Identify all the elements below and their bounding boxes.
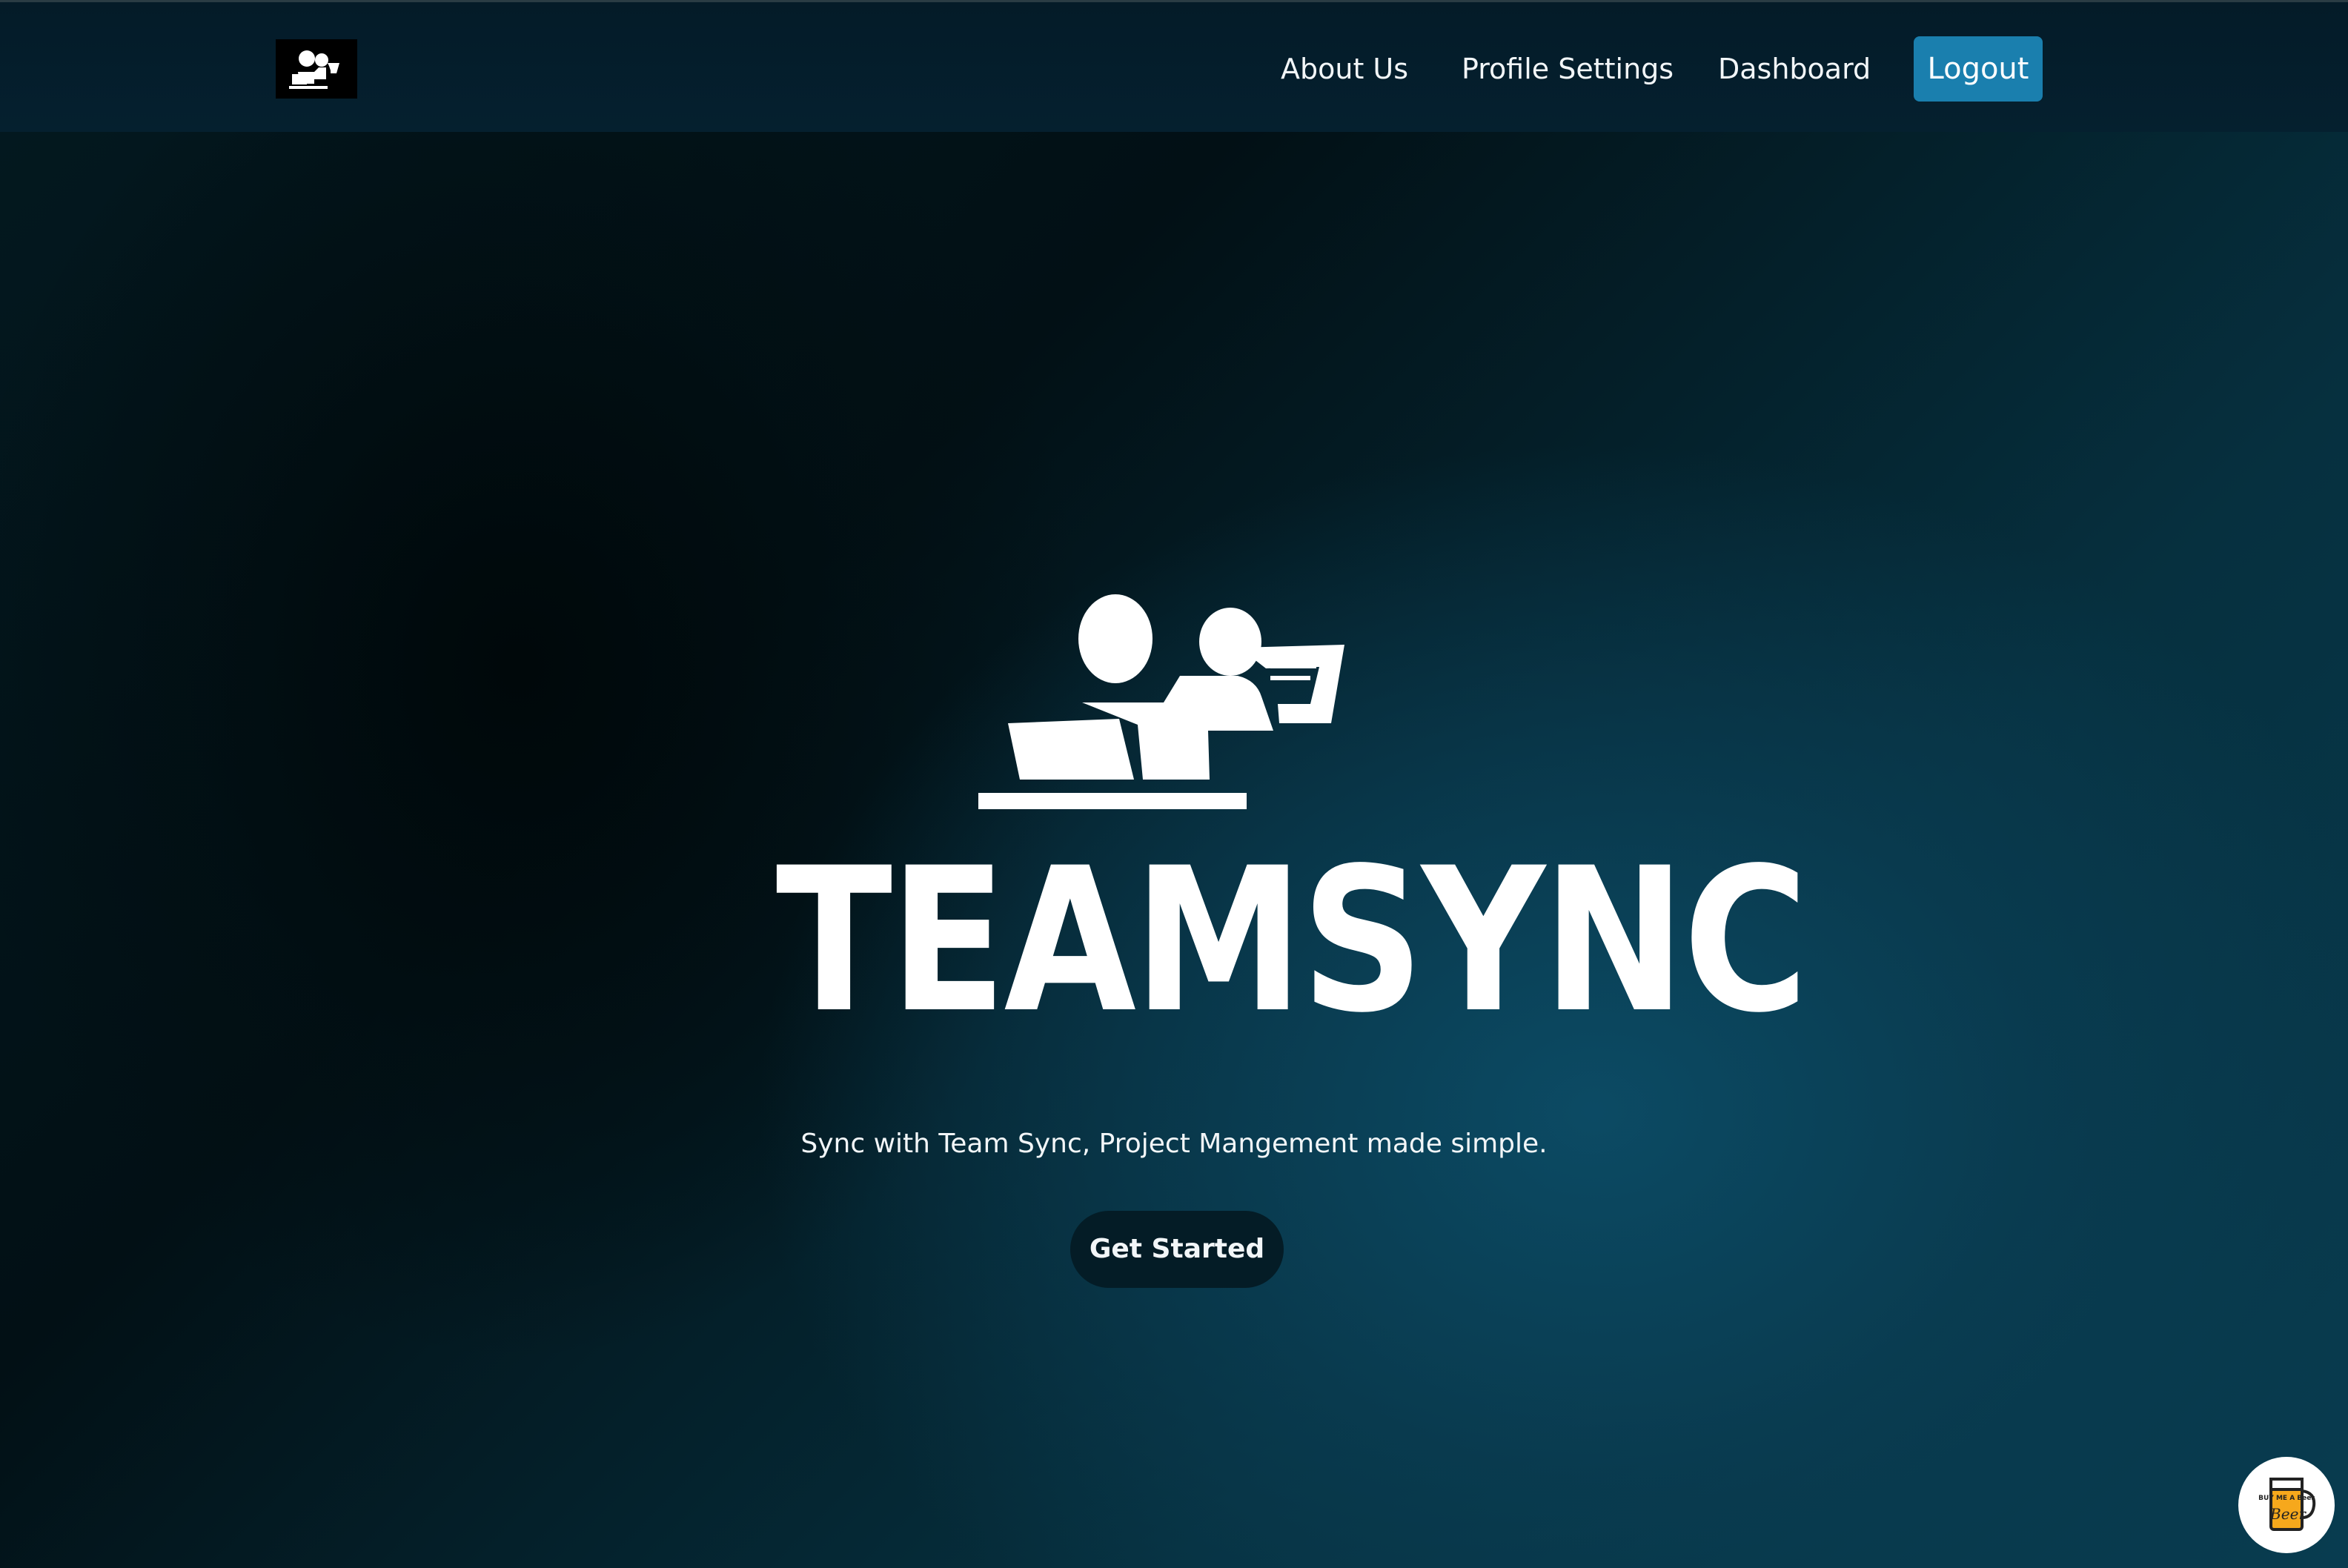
hero-logo <box>978 593 1364 823</box>
buy-me-a-beer-icon: BUY ME A Beer Beer <box>2258 1478 2316 1531</box>
get-started-button[interactable]: Get Started <box>1070 1211 1284 1288</box>
svg-text:Beer: Beer <box>2269 1505 2306 1523</box>
buy-me-a-beer-text: BUY ME A Beer <box>2258 1495 2315 1502</box>
brand-logo[interactable] <box>276 39 357 99</box>
nav-dashboard[interactable]: Dashboard <box>1718 45 1871 93</box>
team-desk-icon <box>289 50 339 89</box>
navbar: About Us Profile Settings Dashboard Logo… <box>0 0 2348 132</box>
nav-profile-settings[interactable]: Profile Settings <box>1462 45 1674 93</box>
buy-me-a-beer-button[interactable]: BUY ME A Beer Beer <box>2238 1457 2335 1553</box>
nav-about-us[interactable]: About Us <box>1281 45 1408 93</box>
team-desk-icon <box>978 594 1344 809</box>
hero-wordmark: TEAMSYNC <box>775 825 1808 1057</box>
logout-button[interactable]: Logout <box>1914 36 2043 102</box>
hero-tagline: Sync with Team Sync, Project Mangement m… <box>800 1129 1548 1159</box>
